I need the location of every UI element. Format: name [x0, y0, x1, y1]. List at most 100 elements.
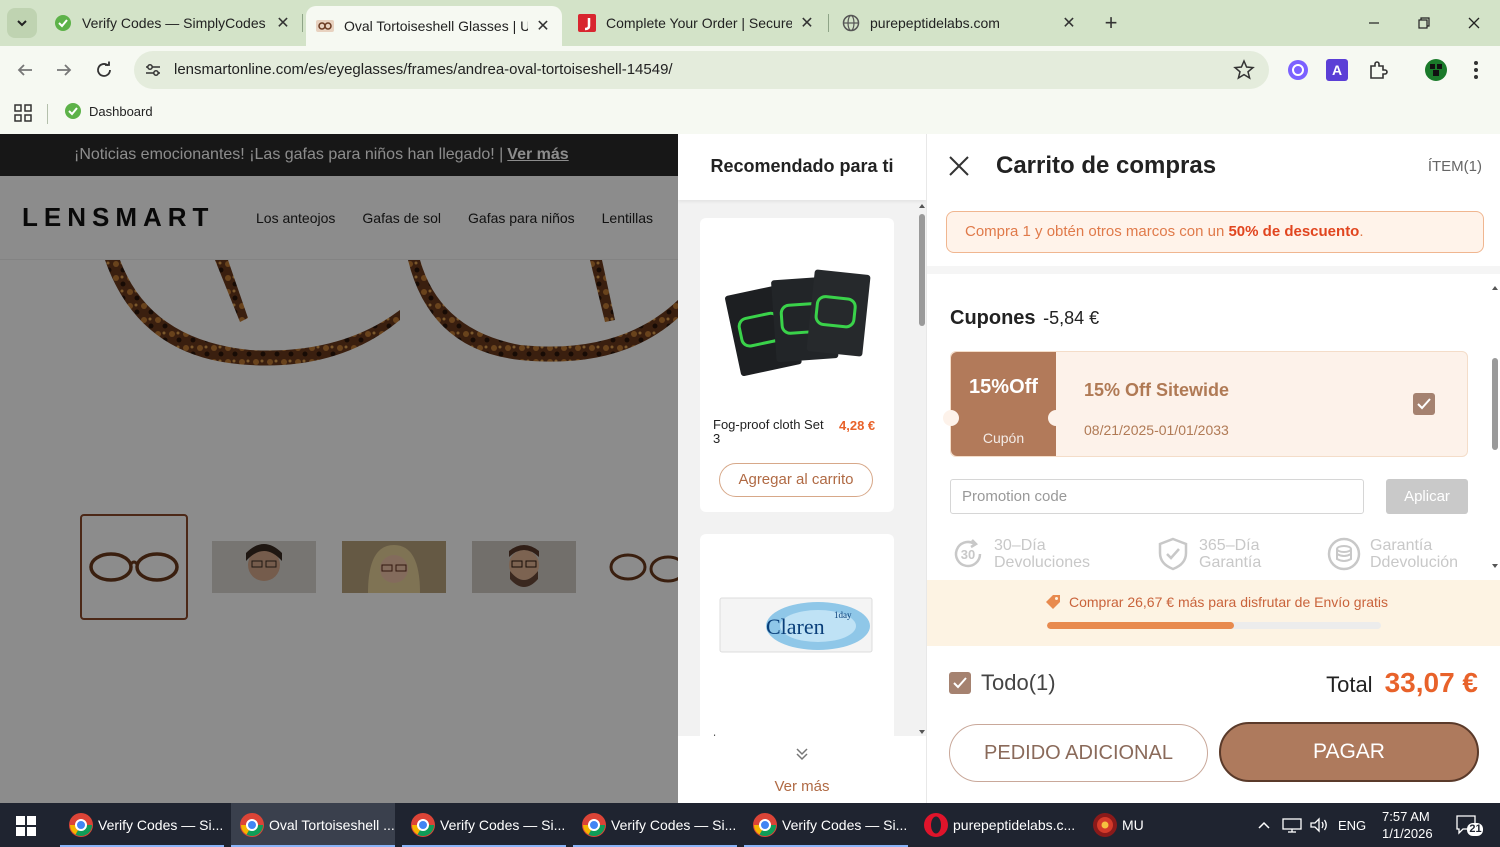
taskbar-app-chrome-oval-glasses[interactable]: Oval Tortoiseshell ...: [231, 803, 395, 847]
view-more-link[interactable]: Ver más: [678, 778, 926, 795]
apps-grid-icon[interactable]: [14, 104, 32, 122]
taskbar-app-opera[interactable]: purepeptidelabs.c...: [915, 803, 1079, 847]
bookmark-dashboard[interactable]: Dashboard: [64, 102, 153, 120]
taskbar-app-chrome-verify-codes[interactable]: Verify Codes — Si...: [60, 803, 224, 847]
new-tab-button[interactable]: +: [1098, 10, 1124, 36]
extension-a-icon[interactable]: A: [1325, 58, 1349, 82]
reload-button[interactable]: [89, 55, 119, 85]
close-tab-icon[interactable]: ✕: [534, 17, 552, 35]
tab-search-button[interactable]: [7, 8, 37, 38]
address-bar[interactable]: lensmartonline.com/es/eyeglasses/frames/…: [134, 51, 1269, 89]
coupon-ticket: 15%Off Cupón: [943, 352, 1064, 456]
input-language[interactable]: ENG: [1338, 803, 1366, 847]
select-all-checkbox[interactable]: [949, 672, 971, 694]
apply-code-button[interactable]: Aplicar: [1386, 479, 1468, 514]
taskbar-app-mu[interactable]: MU: [1084, 803, 1164, 847]
free-shipping-text: Comprar 26,67 € más para disfrutar de En…: [1069, 594, 1389, 610]
bookmark-label: Dashboard: [89, 103, 153, 119]
coupon-checkbox[interactable]: [1413, 393, 1435, 415]
restore-button[interactable]: [1406, 8, 1442, 38]
taskbar-app-label: Oval Tortoiseshell ...: [269, 817, 395, 833]
guarantee-warranty: 365–Día Garantía: [1155, 536, 1261, 572]
svg-text:30: 30: [961, 547, 975, 562]
recommended-product-card[interactable]: Fog-proof cloth Set 3 4,28 € Agregar al …: [700, 218, 894, 512]
pay-button[interactable]: PAGAR: [1219, 722, 1479, 782]
checkmark-icon: [1417, 398, 1431, 410]
taskbar-app-chrome-verify-codes[interactable]: Verify Codes — Si...: [402, 803, 566, 847]
chevron-down-icon: [17, 20, 27, 27]
page-dim-overlay[interactable]: [0, 134, 678, 803]
ticket-notch: [943, 410, 959, 426]
add-to-cart-button[interactable]: Agregar al carrito: [719, 463, 873, 497]
notification-center-button[interactable]: 21: [1455, 813, 1483, 837]
bookmarks-separator: [47, 104, 48, 124]
tab-verify-codes[interactable]: Verify Codes — SimplyCodes ✕: [44, 6, 302, 40]
chevron-up-icon: [1258, 821, 1270, 829]
cart-scrollbar[interactable]: [1491, 284, 1499, 574]
cart-scroll-area: Cupones -5,84 € 15%Off Cupón 15% Off Sit…: [927, 274, 1500, 574]
shopping-cart-drawer: Carrito de compras ÍTEM(1) Compra 1 y ob…: [926, 134, 1500, 803]
close-cart-button[interactable]: [947, 154, 971, 178]
notification-count: 21: [1469, 823, 1482, 835]
browser-tab-bar: Verify Codes — SimplyCodes ✕ Oval Tortoi…: [0, 0, 1500, 46]
extension-simplycodes-icon[interactable]: [1286, 58, 1310, 82]
network-icon[interactable]: [1282, 803, 1302, 847]
chrome-icon: [753, 813, 777, 837]
recommended-scrollbar[interactable]: [918, 204, 926, 734]
close-tab-icon[interactable]: ✕: [1060, 14, 1078, 32]
taskbar-app-chrome-verify-codes[interactable]: Verify Codes — Si...: [573, 803, 737, 847]
svg-text:A: A: [1332, 62, 1342, 78]
fog-proof-cloth-image: [718, 248, 876, 388]
extensions-puzzle-icon[interactable]: [1366, 58, 1390, 82]
checkmark-icon: [953, 677, 967, 689]
cart-item-count: ÍTEM(1): [1427, 158, 1482, 175]
volume-icon[interactable]: [1309, 803, 1329, 847]
product-page: ¡Noticias emocionantes! ¡Las gafas para …: [0, 134, 678, 803]
promo-highlight: 50% de descuento: [1228, 223, 1360, 240]
taskbar-app-chrome-verify-codes[interactable]: Verify Codes — Si...: [744, 803, 908, 847]
shipping-progress-bar: [1047, 622, 1381, 629]
coupon-card[interactable]: 15%Off Cupón 15% Off Sitewide 08/21/2025…: [943, 351, 1468, 457]
browser-menu-icon[interactable]: [1464, 58, 1488, 82]
profile-avatar-icon[interactable]: [1424, 58, 1448, 82]
back-button[interactable]: [10, 55, 40, 85]
close-tab-icon[interactable]: ✕: [274, 14, 292, 32]
bookmark-star-icon[interactable]: [1233, 59, 1255, 81]
bookmarks-bar: Dashboard: [0, 94, 1500, 134]
guarantee-returns: 30 30–Día Devoluciones: [950, 536, 1090, 572]
arrow-left-icon: [17, 64, 32, 76]
system-clock[interactable]: 7:57 AM 1/1/2026: [1382, 808, 1433, 842]
product-name: Fog-proof cloth Set 3: [713, 417, 824, 446]
forward-button[interactable]: [49, 55, 79, 85]
windows-start-icon[interactable]: [16, 816, 36, 836]
tab-title: Complete Your Order | Secure C: [606, 15, 792, 31]
coins-icon: [1326, 536, 1362, 572]
tab-complete-order[interactable]: Complete Your Order | Secure C ✕: [568, 6, 826, 40]
chrome-icon: [240, 813, 264, 837]
recommended-title: Recomendado para ti: [678, 134, 926, 200]
promotion-code-input[interactable]: [950, 479, 1364, 514]
guarantee-line1: 365–Día: [1199, 537, 1260, 554]
minimize-button[interactable]: [1356, 8, 1392, 38]
minimize-icon: [1369, 22, 1379, 24]
taskbar-app-label: Verify Codes — Si...: [611, 817, 737, 833]
cart-total: Total 33,07 €: [1326, 667, 1478, 699]
close-tab-icon[interactable]: ✕: [798, 14, 816, 32]
site-settings-icon[interactable]: [142, 59, 164, 81]
tab-purepeptidelabs[interactable]: purepeptidelabs.com ✕: [832, 6, 1088, 40]
show-hidden-icons[interactable]: [1256, 803, 1272, 847]
url-text[interactable]: lensmartonline.com/es/eyeglasses/frames/…: [174, 61, 673, 78]
taskbar-app-label: Verify Codes — Si...: [782, 817, 908, 833]
taskbar-app-label: purepeptidelabs.c...: [953, 817, 1076, 833]
guarantee-line2: Ddevolución: [1370, 554, 1459, 571]
close-window-button[interactable]: [1456, 8, 1492, 38]
tab-title: purepeptidelabs.com: [870, 15, 1000, 31]
view-more-footer[interactable]: Ver más: [678, 736, 926, 803]
select-all[interactable]: Todo(1): [949, 670, 1056, 696]
additional-order-button[interactable]: PEDIDO ADICIONAL: [949, 724, 1208, 782]
tab-oval-glasses[interactable]: Oval Tortoiseshell Glasses | Unis ✕: [306, 6, 562, 46]
coupon-name: 15% Off Sitewide: [1084, 380, 1230, 400]
close-icon: [949, 156, 969, 176]
guarantee-line1: Garantía: [1370, 537, 1433, 554]
restore-icon: [1418, 17, 1430, 29]
